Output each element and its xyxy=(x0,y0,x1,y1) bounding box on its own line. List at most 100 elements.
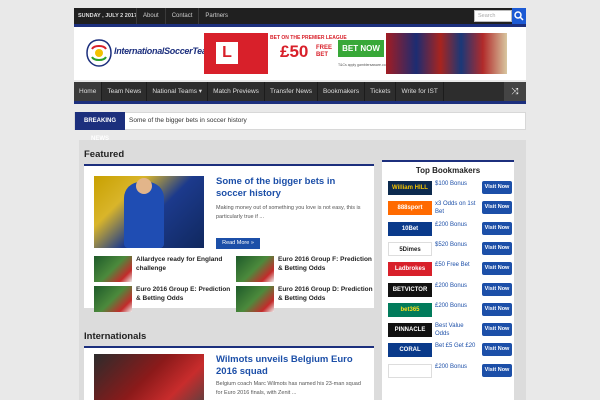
nav-item-national-teams[interactable]: National Teams ▾ xyxy=(147,82,209,101)
search-input[interactable]: Search xyxy=(474,10,512,22)
bookmaker-row: 10Bet £200 Bonus Visit Now xyxy=(388,221,512,239)
shuffle-icon: ⤨ xyxy=(511,86,519,96)
visit-now-button[interactable]: Visit Now xyxy=(482,363,512,377)
featured-main-title[interactable]: Some of the bigger bets in soccer histor… xyxy=(216,176,366,200)
nav-item-team-news[interactable]: Team News xyxy=(102,82,148,101)
widget-title: Top Bookmakers xyxy=(415,166,481,175)
read-more-button[interactable]: Read More » xyxy=(216,238,260,249)
bookmaker-logo[interactable]: 10Bet xyxy=(388,221,432,236)
ladbrokes-logo: L xyxy=(204,33,268,74)
bookmaker-offer: £200 Bonus xyxy=(435,221,468,228)
nav-item-write-for-ist[interactable]: Write for IST xyxy=(396,82,444,101)
banner-bet-now-button[interactable]: BET NOW xyxy=(338,40,384,57)
featured-item-title[interactable]: Allardyce ready for England challenge xyxy=(136,256,234,273)
featured-item-thumbnail[interactable] xyxy=(236,256,274,282)
featured-item[interactable]: Euro 2016 Group E: Prediction & Betting … xyxy=(94,286,234,314)
visit-now-button[interactable]: Visit Now xyxy=(482,241,512,255)
internationals-heading: Internationals xyxy=(84,331,147,342)
featured-item-title[interactable]: Euro 2016 Group E: Prediction & Betting … xyxy=(136,286,234,303)
top-link-about[interactable]: About xyxy=(136,8,165,24)
bookmaker-logo[interactable]: PINNACLE xyxy=(388,323,432,338)
featured-item-title[interactable]: Euro 2016 Group D: Prediction & Betting … xyxy=(278,286,376,303)
nav-item-tickets[interactable]: Tickets xyxy=(365,82,397,101)
featured-item-thumbnail[interactable] xyxy=(94,256,132,282)
breaking-news-link[interactable]: Some of the bigger bets in soccer histor… xyxy=(129,113,247,129)
top-bar: SUNDAY , JULY 2 2017 About Contact Partn… xyxy=(74,8,526,24)
featured-heading: Featured xyxy=(84,149,125,160)
bookmaker-row: 5Dimes $520 Bonus Visit Now xyxy=(388,241,512,259)
bookmaker-offer: £200 Bonus xyxy=(435,363,468,370)
bookmaker-row: bet365 £200 Bonus Visit Now xyxy=(388,302,512,320)
visit-now-button[interactable]: Visit Now xyxy=(482,343,512,357)
visit-now-button[interactable]: Visit Now xyxy=(482,323,512,337)
bookmaker-logo[interactable]: CORAL xyxy=(388,343,432,358)
featured-item[interactable]: Euro 2016 Group D: Prediction & Betting … xyxy=(236,286,376,314)
visit-now-button[interactable]: Visit Now xyxy=(482,262,512,276)
bookmaker-logo[interactable]: William HILL xyxy=(388,181,432,195)
featured-section: Featured Some of the bigger bets in socc… xyxy=(84,148,376,312)
bookmaker-offer: Best Value Odds xyxy=(435,323,464,338)
bookmaker-row: 888sport x3 Odds on 1st Bet Visit Now xyxy=(388,200,512,218)
visit-now-button[interactable]: Visit Now xyxy=(482,181,512,194)
top-bookmakers-widget: Top Bookmakers William HILL $100 Bonus Vis… xyxy=(382,160,514,400)
visit-now-button[interactable]: Visit Now xyxy=(482,302,512,316)
site-logo[interactable] xyxy=(84,37,114,69)
bookmaker-logo[interactable]: 5Dimes xyxy=(388,241,432,256)
bookmaker-row: PINNACLE Best Value Odds Visit Now xyxy=(388,322,512,340)
featured-item-thumbnail[interactable] xyxy=(236,286,274,312)
bookmaker-offer: x3 Odds on 1st Bet xyxy=(435,201,476,216)
bookmaker-row: £200 Bonus Visit Now xyxy=(388,363,512,381)
top-link-partners[interactable]: Partners xyxy=(198,8,234,24)
bookmaker-logo[interactable]: 888sport xyxy=(388,201,432,216)
bookmaker-row: Ladbrokes £50 Free Bet Visit Now xyxy=(388,261,512,279)
banner-headline: BET ON THE PREMIER LEAGUE xyxy=(270,35,347,41)
logo-icon xyxy=(86,39,112,67)
featured-panel: Some of the bigger bets in soccer histor… xyxy=(84,166,376,312)
banner-players-image xyxy=(386,33,507,74)
nav-item-bookmakers[interactable]: Bookmakers xyxy=(318,82,366,101)
bookmaker-logo[interactable] xyxy=(388,363,432,378)
nav-item-transfer-news[interactable]: Transfer News xyxy=(265,82,318,101)
bookmaker-offer: £50 Free Bet xyxy=(435,262,470,269)
banner-free-bet: FREE BET xyxy=(316,45,333,58)
bookmaker-offer: £200 Bonus xyxy=(435,302,468,309)
internationals-main-title[interactable]: Wilmots unveils Belgium Euro 2016 squad xyxy=(216,354,366,378)
bookmaker-logo[interactable]: bet365 xyxy=(388,302,432,317)
internationals-section: Internationals Wilmots unveils Belgium E… xyxy=(84,330,374,400)
breaking-news-label: BREAKING NEWS xyxy=(75,112,125,142)
bookmaker-logo[interactable]: Ladbrokes xyxy=(388,262,432,277)
search-button[interactable] xyxy=(512,8,526,24)
bookmaker-logo[interactable]: BETVICTOR xyxy=(388,282,432,297)
bookmaker-offer: $520 Bonus xyxy=(435,241,468,248)
featured-item[interactable]: Euro 2016 Group F: Prediction & Betting … xyxy=(236,256,376,284)
featured-item[interactable]: Allardyce ready for England challenge xyxy=(94,256,234,284)
bookmaker-row: William HILL $100 Bonus Visit Now xyxy=(388,180,512,198)
featured-main-excerpt: Making money out of something you love i… xyxy=(216,205,361,220)
banner-amount: £50 xyxy=(280,42,309,61)
internationals-main-excerpt: Belgium coach Marc Wilmots has named his… xyxy=(216,381,361,396)
featured-item-title[interactable]: Euro 2016 Group F: Prediction & Betting … xyxy=(278,256,376,273)
internationals-panel: Wilmots unveils Belgium Euro 2016 squad … xyxy=(84,348,374,400)
breaking-news-bar: BREAKING NEWS Some of the bigger bets in… xyxy=(74,112,526,142)
ad-banner[interactable]: L BET ON THE PREMIER LEAGUE £50 FREE BET… xyxy=(204,33,507,74)
random-article-button[interactable]: ⤨ xyxy=(504,82,526,101)
main-nav: Home Team News National Teams ▾ Match Pr… xyxy=(74,82,526,104)
top-link-contact[interactable]: Contact xyxy=(164,8,199,24)
bookmaker-offer: Bet £5 Get £20 xyxy=(435,343,476,350)
visit-now-button[interactable]: Visit Now xyxy=(482,221,512,235)
bookmaker-offer: $100 Bonus xyxy=(435,181,468,187)
nav-item-home[interactable]: Home xyxy=(74,82,103,101)
bookmaker-row: CORAL Bet £5 Get £20 Visit Now xyxy=(388,342,512,360)
bookmaker-row: BETVICTOR £200 Bonus Visit Now xyxy=(388,282,512,300)
visit-now-button[interactable]: Visit Now xyxy=(482,201,512,215)
search-icon xyxy=(514,11,524,21)
featured-item-thumbnail[interactable] xyxy=(94,286,132,312)
featured-main-image[interactable] xyxy=(94,176,204,248)
bookmaker-offer: £200 Bonus xyxy=(435,282,468,289)
internationals-main-image[interactable] xyxy=(94,354,204,400)
nav-item-match-previews[interactable]: Match Previews xyxy=(208,82,265,101)
top-links: About Contact Partners xyxy=(136,8,234,24)
site-header: InternationalSoccerTeams L BET ON THE PR… xyxy=(74,24,526,80)
current-date: SUNDAY , JULY 2 2017 xyxy=(78,13,138,19)
visit-now-button[interactable]: Visit Now xyxy=(482,282,512,296)
